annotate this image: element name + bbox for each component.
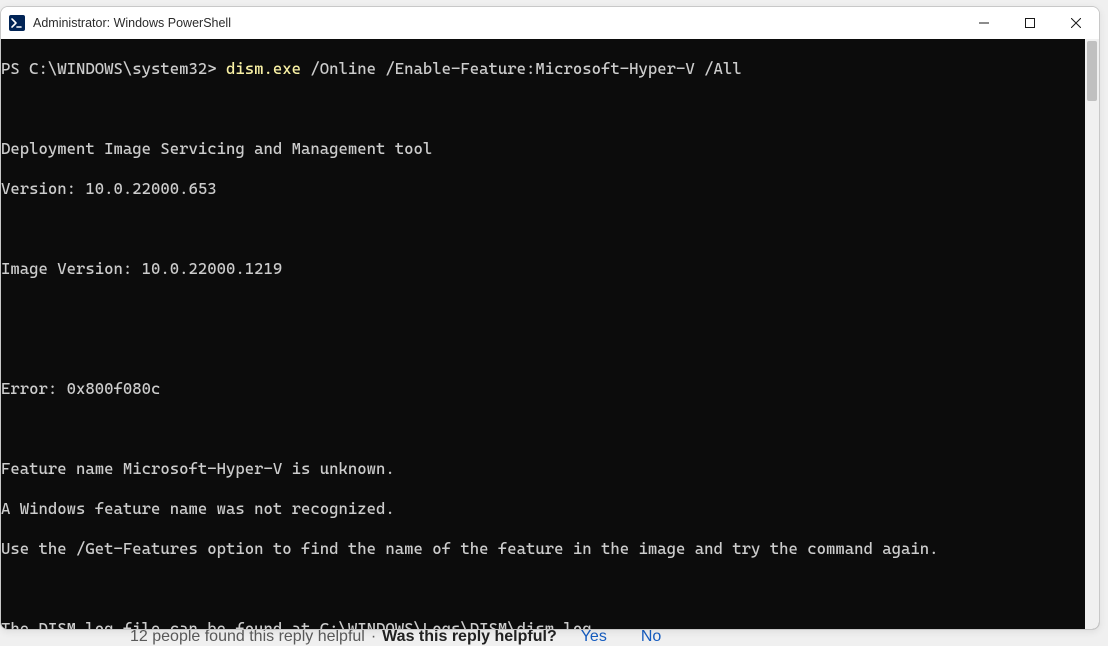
- terminal-line: [1, 219, 1085, 239]
- terminal-line: [1, 419, 1085, 439]
- maximize-button[interactable]: [1007, 7, 1053, 39]
- terminal-line: Use the /Get-Features option to find the…: [1, 539, 1085, 559]
- terminal-line: Error: 0x800f080c: [1, 379, 1085, 399]
- terminal-line: Feature name Microsoft-Hyper-V is unknow…: [1, 459, 1085, 479]
- terminal-line: Image Version: 10.0.22000.1219: [1, 259, 1085, 279]
- terminal-line: PS C:\WINDOWS\system32> dism.exe /Online…: [1, 59, 1085, 79]
- helpful-no-link[interactable]: No: [641, 628, 661, 646]
- terminal-line: [1, 579, 1085, 599]
- people-found-text: 12 people found this reply helpful: [130, 628, 365, 646]
- command-executable: dism.exe: [226, 59, 301, 78]
- minimize-button[interactable]: [961, 7, 1007, 39]
- terminal-line: The DISM log file can be found at C:\WIN…: [1, 619, 1085, 630]
- helpful-question: Was this reply helpful?: [382, 628, 557, 646]
- window-title: Administrator: Windows PowerShell: [33, 16, 961, 30]
- terminal-line: [1, 99, 1085, 119]
- terminal-output[interactable]: PS C:\WINDOWS\system32> dism.exe /Online…: [1, 39, 1085, 630]
- scrollbar-thumb[interactable]: [1087, 41, 1097, 101]
- terminal-line: [1, 299, 1085, 319]
- terminal-line: [1, 339, 1085, 359]
- terminal-line: Deployment Image Servicing and Managemen…: [1, 139, 1085, 159]
- powershell-window: Administrator: Windows PowerShell PS C:\…: [0, 6, 1100, 630]
- helpful-yes-link[interactable]: Yes: [581, 628, 607, 646]
- background-page-text: 12 people found this reply helpful · Was…: [130, 628, 661, 646]
- prompt-text: PS C:\WINDOWS\system32>: [1, 59, 226, 78]
- terminal-area: PS C:\WINDOWS\system32> dism.exe /Online…: [1, 39, 1099, 630]
- terminal-line: A Windows feature name was not recognize…: [1, 499, 1085, 519]
- terminal-line: Version: 10.0.22000.653: [1, 179, 1085, 199]
- powershell-icon: [9, 15, 25, 31]
- command-args: /Online /Enable-Feature:Microsoft-Hyper-…: [301, 59, 742, 78]
- vertical-scrollbar[interactable]: [1085, 39, 1099, 630]
- close-button[interactable]: [1053, 7, 1099, 39]
- titlebar[interactable]: Administrator: Windows PowerShell: [1, 7, 1099, 39]
- window-controls: [961, 7, 1099, 39]
- separator-dot: ·: [371, 628, 376, 646]
